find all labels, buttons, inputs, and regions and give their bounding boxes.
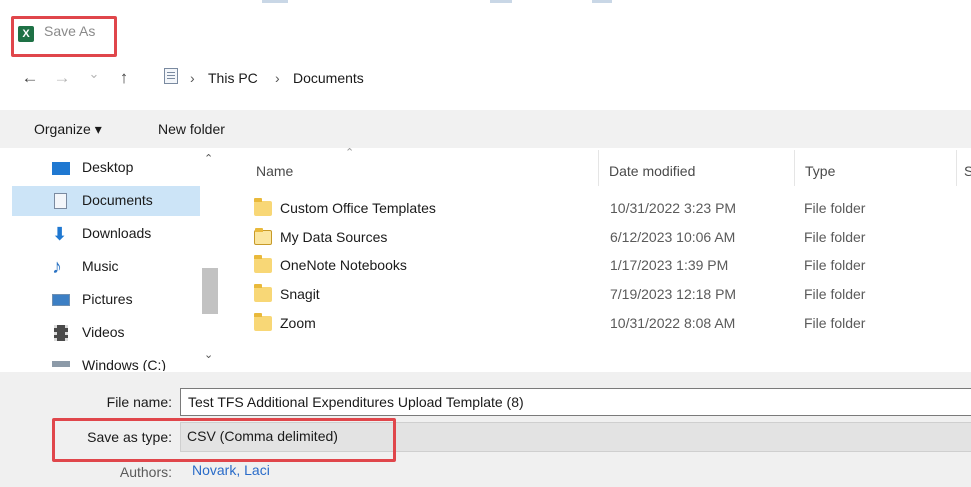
file-date-modified: 6/12/2023 10:06 AM	[610, 229, 736, 245]
column-header-size[interactable]: S	[964, 163, 971, 179]
file-date-modified: 10/31/2022 3:23 PM	[610, 200, 737, 216]
sidebar-item-label: Desktop	[82, 159, 134, 175]
sidebar-item-label: Windows (C:)	[82, 357, 167, 371]
scroll-down-arrow-icon[interactable]: ⌄	[204, 348, 213, 361]
file-row[interactable]: Zoom 10/31/2022 8:08 AM File folder	[240, 311, 971, 339]
recent-locations-dropdown[interactable]: ⌄	[86, 64, 102, 84]
up-button[interactable]: ↑	[114, 68, 134, 88]
sort-ascending-icon: ⌃	[345, 147, 355, 159]
file-row[interactable]: OneNote Notebooks 1/17/2023 1:39 PM File…	[240, 253, 971, 281]
file-type: File folder	[804, 315, 866, 331]
authors-value-link[interactable]: Novark, Laci	[192, 462, 270, 478]
downloads-icon: ⬇	[52, 224, 68, 244]
file-row[interactable]: Custom Office Templates 10/31/2022 3:23 …	[240, 196, 971, 224]
file-name: Custom Office Templates	[280, 200, 436, 216]
music-icon: ♪	[52, 256, 62, 278]
sidebar-item-desktop[interactable]: Desktop	[12, 153, 200, 183]
top-edge-strip	[0, 0, 971, 4]
data-sources-folder-icon	[254, 228, 272, 245]
column-divider	[598, 150, 599, 186]
drive-icon	[52, 361, 70, 367]
forward-button[interactable]: →	[52, 68, 72, 88]
command-toolbar	[0, 110, 971, 148]
breadcrumb-separator: ›	[275, 70, 280, 86]
breadcrumb-this-pc[interactable]: This PC	[208, 70, 258, 86]
new-folder-button[interactable]: New folder	[158, 121, 225, 137]
file-type: File folder	[804, 257, 866, 273]
breadcrumb-separator: ›	[190, 70, 195, 86]
documents-icon	[54, 193, 67, 209]
folder-icon	[254, 255, 272, 273]
file-type: File folder	[804, 200, 866, 216]
file-name-input[interactable]	[180, 388, 971, 416]
column-header-type[interactable]: Type	[805, 163, 835, 179]
column-header-date-modified[interactable]: Date modified	[609, 163, 695, 179]
column-header-name[interactable]: Name	[256, 163, 293, 179]
file-name: OneNote Notebooks	[280, 257, 407, 273]
column-divider	[956, 150, 957, 186]
sidebar-item-downloads[interactable]: ⬇ Downloads	[12, 219, 200, 249]
file-name: Zoom	[280, 315, 316, 331]
sidebar-item-pictures[interactable]: Pictures	[12, 285, 200, 315]
breadcrumb-documents[interactable]: Documents	[293, 70, 364, 86]
scroll-up-arrow-icon[interactable]: ⌃	[204, 152, 213, 165]
sidebar-item-label: Videos	[82, 324, 125, 340]
file-date-modified: 10/31/2022 8:08 AM	[610, 315, 736, 331]
documents-location-icon	[164, 68, 178, 84]
column-divider	[794, 150, 795, 186]
file-name: Snagit	[280, 286, 320, 302]
videos-icon	[54, 325, 68, 341]
save-as-type-highlight-box	[52, 418, 396, 462]
file-row[interactable]: My Data Sources 6/12/2023 10:06 AM File …	[240, 225, 971, 253]
scrollbar-thumb[interactable]	[202, 268, 218, 314]
folder-icon	[254, 313, 272, 331]
desktop-icon	[52, 162, 70, 175]
pictures-icon	[52, 294, 70, 306]
title-highlight-box	[11, 16, 117, 57]
sidebar-item-videos[interactable]: Videos	[12, 318, 200, 348]
file-date-modified: 7/19/2023 12:18 PM	[610, 286, 737, 302]
sidebar-item-label: Music	[82, 258, 119, 274]
organize-menu[interactable]: Organize ▾	[34, 121, 102, 138]
file-type: File folder	[804, 286, 866, 302]
sidebar-item-documents[interactable]: Documents	[12, 186, 200, 216]
file-name: My Data Sources	[280, 229, 388, 245]
file-type: File folder	[804, 229, 866, 245]
sidebar-item-label: Downloads	[82, 225, 152, 241]
sidebar-item-windows-c[interactable]: Windows (C:)	[12, 351, 200, 371]
back-button[interactable]: ←	[20, 68, 40, 88]
authors-label: Authors:	[119, 464, 172, 480]
folder-icon	[254, 284, 272, 302]
sidebar-item-music[interactable]: ♪ Music	[12, 252, 200, 282]
file-row[interactable]: Snagit 7/19/2023 12:18 PM File folder	[240, 282, 971, 310]
file-date-modified: 1/17/2023 1:39 PM	[610, 257, 729, 273]
folder-icon	[254, 198, 272, 216]
file-name-label: File name:	[106, 394, 172, 410]
sidebar-item-label: Pictures	[82, 291, 133, 307]
sidebar-item-label: Documents	[82, 192, 153, 208]
navigation-pane-scrollbar[interactable]: ⌃ ⌄	[200, 148, 220, 370]
